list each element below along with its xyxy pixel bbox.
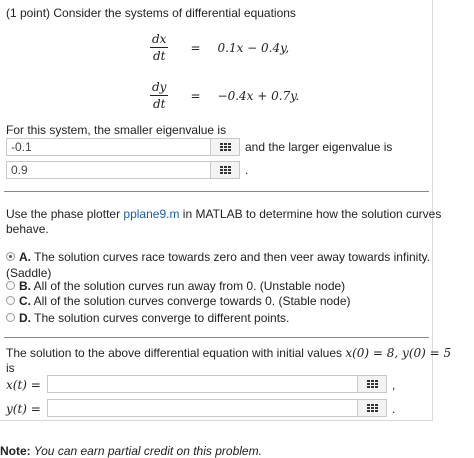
grid-icon [366, 380, 378, 388]
option-d[interactable]: D. The solution curves converge to diffe… [6, 311, 289, 325]
equation-1-derivative: dx dt [150, 32, 169, 63]
x-t-input[interactable] [48, 376, 357, 392]
larger-eigenvalue-field[interactable] [6, 161, 240, 179]
larger-eigenvalue-palette-button[interactable] [210, 161, 240, 179]
equation-1: dx dt = 0.1x − 0.4y, [150, 32, 290, 63]
option-b[interactable]: B. All of the solution curves run away f… [6, 279, 345, 293]
y-t-input[interactable] [48, 400, 357, 416]
problem-header: (1 point) Consider the systems of differ… [6, 6, 296, 20]
x-t-label: x(t) = [6, 378, 41, 392]
eigen-prompt: For this system, the smaller eigenvalue … [6, 123, 227, 137]
section-divider [4, 337, 429, 338]
option-a-text-line2: (Saddle) [6, 266, 52, 280]
equation-2-derivative: dy dt [150, 80, 169, 111]
equation-2: dy dt = −0.4x + 0.7y. [150, 80, 300, 111]
grid-icon [219, 143, 231, 151]
y-t-label: y(t) = [6, 402, 41, 416]
x-t-end: , [392, 378, 396, 392]
option-a[interactable]: A. The solution curves race towards zero… [6, 250, 430, 280]
option-c-radio[interactable] [6, 296, 15, 305]
equation-2-rhs: −0.4x + 0.7y. [217, 88, 300, 103]
equation-1-rhs: 0.1x − 0.4y, [217, 40, 290, 55]
grid-icon [366, 404, 378, 412]
x-t-palette-button[interactable] [357, 375, 387, 393]
option-c[interactable]: C. All of the solution curves converge t… [6, 294, 351, 308]
x-t-field[interactable] [47, 375, 387, 393]
option-c-text: All of the solution curves converge towa… [33, 294, 351, 308]
y-t-palette-button[interactable] [357, 399, 387, 417]
larger-eigenvalue-input[interactable] [7, 162, 210, 178]
option-b-text: All of the solution curves run away from… [33, 279, 346, 293]
smaller-eigenvalue-input[interactable] [7, 139, 210, 155]
solution-prompt: The solution to the above differential e… [6, 346, 452, 360]
larger-eigen-end: . [245, 163, 249, 177]
y-t-end: . [392, 402, 396, 416]
phase-instruction-line2: behave. [6, 222, 49, 236]
smaller-eigenvalue-field[interactable] [6, 138, 240, 156]
pplane-link[interactable]: pplane9.m [123, 207, 179, 221]
phase-instruction: Use the phase plotter pplane9.m in MATLA… [6, 207, 442, 221]
option-d-radio[interactable] [6, 313, 15, 322]
solution-prompt-line2: is [6, 361, 15, 375]
grid-icon [219, 166, 231, 174]
larger-eigen-prompt: and the larger eigenvalue is [245, 140, 393, 154]
smaller-eigenvalue-palette-button[interactable] [210, 138, 240, 156]
option-b-radio[interactable] [6, 281, 15, 290]
partial-credit-note: Note: You can earn partial credit on thi… [0, 444, 262, 458]
initial-values: x(0) = 8, y(0) = 5 [345, 346, 452, 360]
option-d-text: The solution curves converge to differen… [34, 311, 290, 325]
section-divider [4, 191, 429, 192]
option-a-text: The solution curves race towards zero an… [34, 250, 431, 264]
option-a-radio[interactable] [6, 252, 15, 261]
y-t-field[interactable] [47, 399, 387, 417]
problem-panel: (1 point) Consider the systems of differ… [0, 0, 451, 421]
